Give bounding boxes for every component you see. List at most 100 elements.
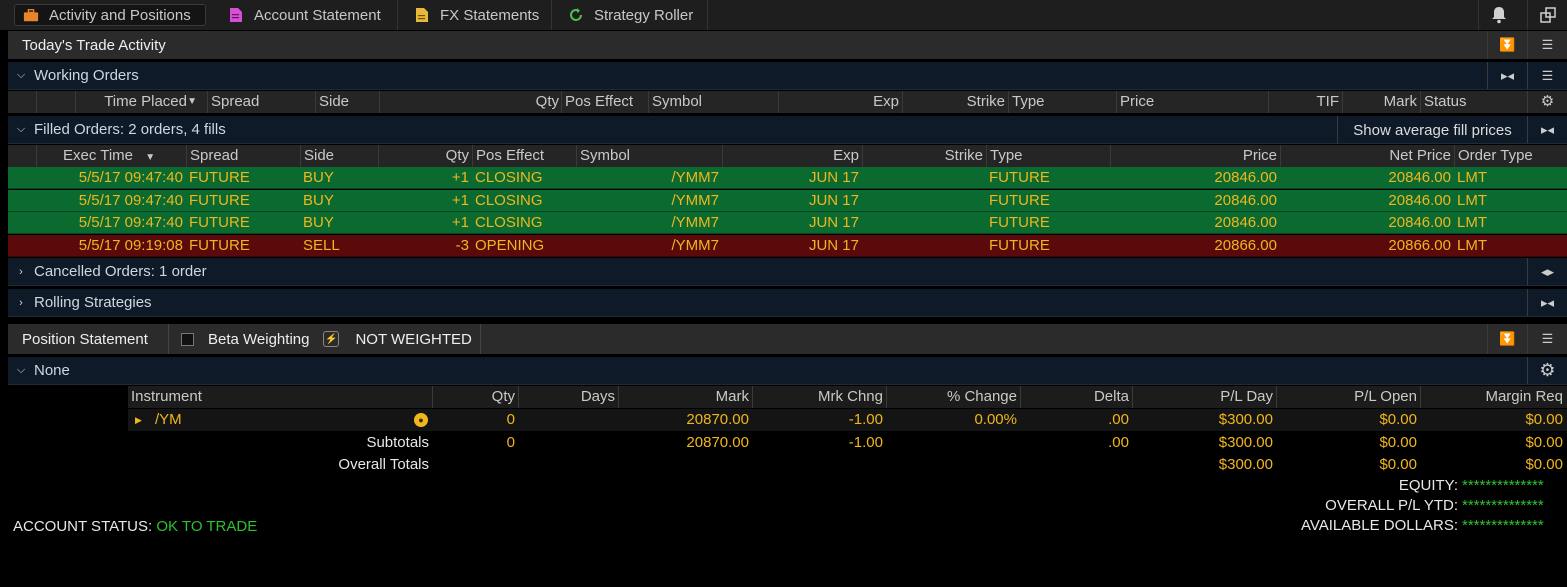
column-header[interactable]: Mark [1342, 91, 1420, 113]
type-cell: FUTURE [989, 214, 1050, 231]
fx-document-icon [414, 7, 430, 23]
working-orders-header[interactable]: ⌵ Working Orders ▸◂ ☰ [8, 62, 1567, 90]
menu-button[interactable]: ☰ [1527, 31, 1567, 59]
weight-status[interactable]: NOT WEIGHTED [355, 331, 471, 348]
tab-bar: Activity and Positions Account Statement… [0, 0, 1567, 30]
column-header[interactable]: Price [1116, 91, 1268, 113]
tab-fx-statements[interactable]: FX Statements [398, 0, 552, 30]
column-header[interactable]: Strike [862, 145, 986, 167]
instrument-symbol: /YM [155, 411, 182, 428]
column-header[interactable]: Qty [432, 386, 518, 408]
cancelled-orders-header[interactable]: › Cancelled Orders: 1 order ◂▸ [8, 258, 1567, 286]
column-header[interactable]: Price [1110, 145, 1280, 167]
lightning-icon[interactable]: ⚡ [323, 331, 340, 347]
column-header[interactable]: Symbol [648, 91, 778, 113]
group-none-header[interactable]: ⌵ None ⚙ [8, 357, 1567, 385]
beta-weighting-label: Beta Weighting [208, 330, 310, 348]
net-cell: 20846.00 [1388, 214, 1451, 231]
column-header[interactable]: Qty [378, 145, 472, 167]
column-header[interactable]: Exp [778, 91, 902, 113]
column-header-time-placed[interactable]: Time Placed ▼ [75, 91, 207, 113]
column-header[interactable]: P/L Day [1132, 386, 1276, 408]
symbol-cell: /YMM7 [671, 214, 719, 231]
column-header[interactable] [36, 91, 75, 113]
column-header[interactable]: Mrk Chng [752, 386, 886, 408]
column-header-instrument[interactable]: Instrument [128, 386, 432, 408]
account-status-value: OK TO TRADE [156, 518, 258, 535]
briefcase-icon [23, 7, 39, 23]
column-header[interactable]: Net Price [1280, 145, 1454, 167]
chevron-right-icon: › [19, 265, 23, 278]
column-header[interactable]: Spread [186, 145, 300, 167]
column-header[interactable]: Pos Effect [472, 145, 576, 167]
collapse-button[interactable]: ⏬ [1487, 324, 1527, 354]
collapse-button[interactable]: ⏬ [1487, 31, 1527, 59]
otype-cell: LMT [1457, 169, 1487, 186]
column-settings-button[interactable]: ⚙ [1527, 91, 1567, 113]
column-header[interactable]: Order Type [1454, 145, 1567, 167]
column-header[interactable]: Qty [379, 91, 562, 113]
delta-cell: .00 [1108, 411, 1129, 428]
double-chevron-down-icon: ⏬ [1499, 331, 1516, 346]
column-header[interactable]: Delta [1020, 386, 1132, 408]
beta-weighting-checkbox[interactable] [181, 332, 194, 346]
notification-button[interactable] [1478, 0, 1518, 30]
subtotals-label: Subtotals [366, 434, 429, 451]
column-header[interactable]: Status [1420, 91, 1528, 113]
column-header[interactable]: Spread [207, 91, 315, 113]
qty-cell: +1 [451, 169, 469, 186]
column-header[interactable]: Mark [618, 386, 752, 408]
column-header[interactable]: % Change [886, 386, 1020, 408]
column-header[interactable]: Type [986, 145, 1110, 167]
filled-order-row[interactable]: 5/5/17 09:19:08 FUTURE SELL -3 OPENING/YMM7 J… [8, 234, 1567, 257]
exp-cell: JUN 17 [808, 214, 859, 231]
detach-button[interactable] [1527, 0, 1567, 30]
column-header[interactable]: Type [1008, 91, 1116, 113]
account-status-label: ACCOUNT STATUS: [13, 518, 153, 535]
filled-order-row[interactable]: 5/5/17 09:47:40 FUTURE BUY +1 CLOSING/YMM7 JU… [8, 189, 1567, 212]
tab-account-statement[interactable]: Account Statement [212, 0, 398, 30]
chevron-down-icon: ⌵ [16, 69, 26, 81]
show-average-fill-prices-button[interactable]: Show average fill prices [1337, 116, 1527, 144]
column-header[interactable]: Pos Effect [561, 91, 649, 113]
menu-button[interactable]: ☰ [1527, 324, 1567, 354]
collapse-columns-button[interactable]: ▸◂ [1527, 289, 1567, 316]
expand-triangle-icon[interactable]: ▶ [132, 409, 145, 431]
column-header[interactable]: P/L Open [1276, 386, 1420, 408]
sort-down-icon: ▼ [145, 152, 156, 163]
filled-order-row[interactable]: 5/5/17 09:47:40 FUTURE BUY +1 CLOSING/YMM7 JU… [8, 212, 1567, 234]
column-header[interactable]: Exp [722, 145, 862, 167]
collapse-columns-button[interactable]: ▸◂ [1487, 62, 1527, 89]
tab-label: Account Statement [254, 6, 381, 24]
column-header[interactable]: Side [300, 145, 378, 167]
position-statement-header: Position Statement Beta Weighting ⚡ NOT … [8, 324, 1567, 354]
settings-button[interactable]: ⚙ [1527, 357, 1567, 384]
tab-strategy-roller[interactable]: Strategy Roller [552, 0, 708, 30]
expand-columns-button[interactable]: ◂▸ [1527, 258, 1567, 285]
position-row[interactable]: ▶ /YM ● 0 20870.00 -1.00 0.00% .00 $300.… [128, 409, 1567, 431]
column-header[interactable]: Strike [902, 91, 1008, 113]
column-header[interactable]: Symbol [576, 145, 722, 167]
side-cell: BUY [303, 191, 334, 209]
column-header[interactable]: Days [518, 386, 618, 408]
column-header[interactable]: Side [315, 91, 379, 113]
qty-cell: 0 [506, 411, 515, 428]
chevron-right-icon: › [19, 296, 23, 309]
bell-icon [1491, 7, 1506, 24]
tab-activity-positions[interactable]: Activity and Positions [14, 4, 206, 26]
detach-icon [1539, 7, 1556, 23]
header-label: Time Placed [104, 93, 187, 110]
chevron-down-icon: ⌵ [16, 364, 26, 376]
rolling-strategies-header[interactable]: › Rolling Strategies ▸◂ [8, 289, 1567, 317]
filled-orders-header[interactable]: ⌵ Filled Orders: 2 orders, 4 fills Show … [8, 116, 1567, 144]
gear-icon: ⚙ [1539, 360, 1556, 380]
pos-cell: CLOSING [475, 191, 543, 209]
filled-order-row[interactable]: 5/5/17 09:47:40 FUTURE BUY +1 CLOSING/YMM7 JU… [8, 167, 1567, 189]
column-header[interactable]: Margin Req [1420, 386, 1566, 408]
collapse-columns-button[interactable]: ▸◂ [1527, 116, 1567, 143]
column-header[interactable]: TIF [1268, 91, 1342, 113]
mark-cell: 20870.00 [686, 434, 749, 451]
column-header-exec-time[interactable]: Exec Time ▼ [36, 145, 186, 167]
menu-button[interactable]: ☰ [1527, 62, 1567, 89]
otype-cell: LMT [1457, 191, 1487, 209]
